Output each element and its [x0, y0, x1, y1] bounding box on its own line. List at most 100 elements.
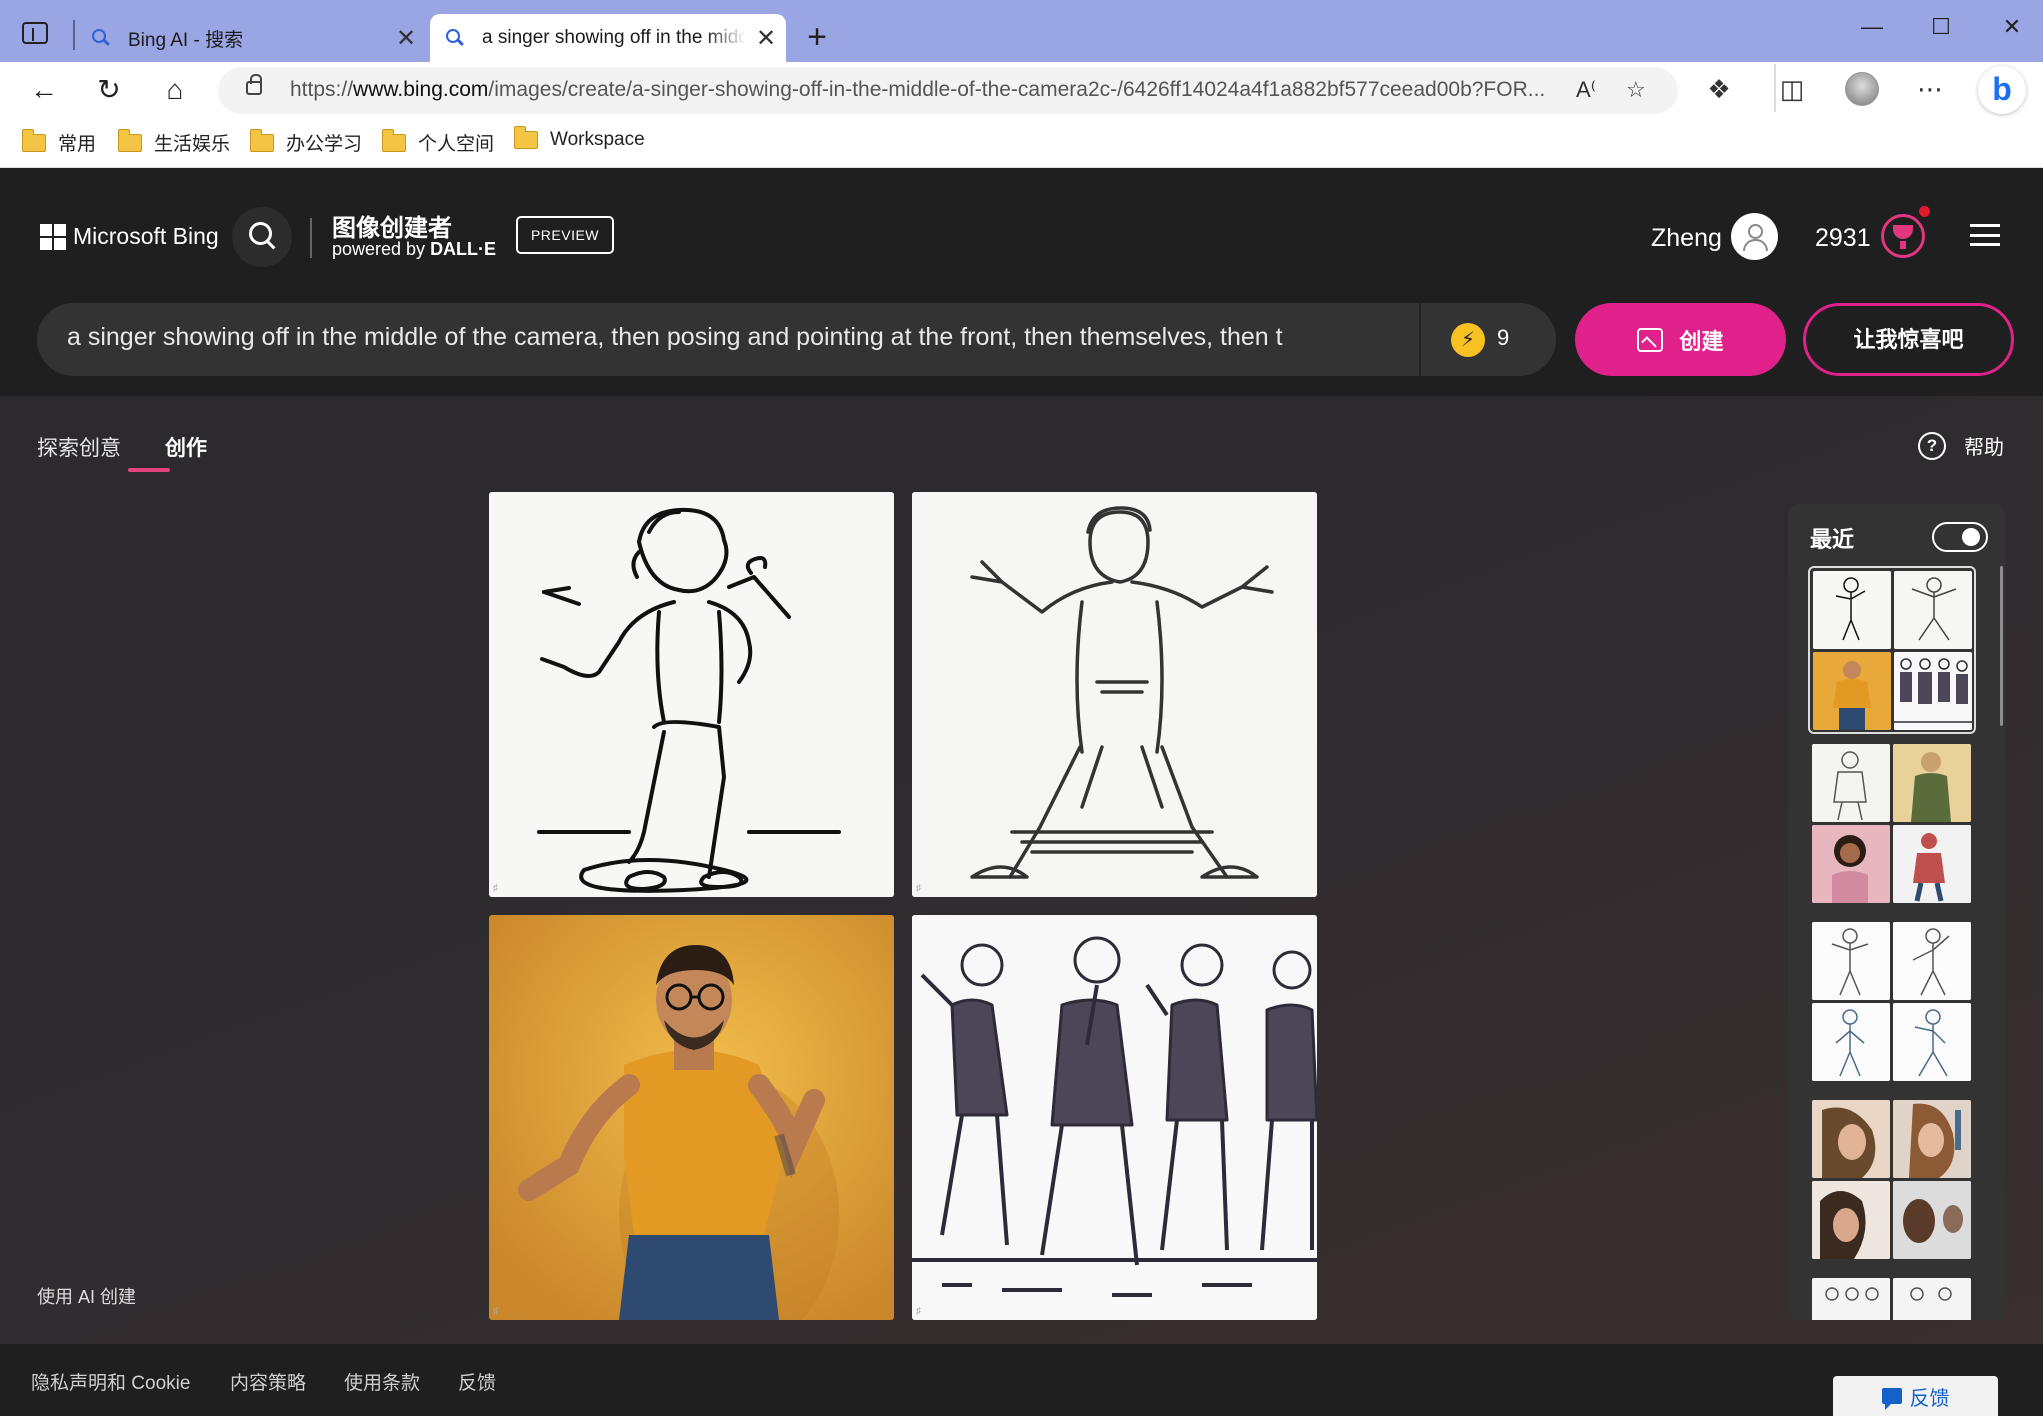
generated-image-2[interactable]: ♯ [912, 492, 1317, 897]
recent-thumb [1894, 571, 1972, 649]
browser-tab-bar: Bing AI - 搜索 ✕ a singer showing off in t… [0, 0, 2043, 62]
page-title[interactable]: 图像创建者 [332, 208, 452, 243]
maximize-button[interactable]: ☐ [1921, 14, 1961, 40]
tab-create[interactable]: 创作 [165, 432, 207, 462]
user-avatar-icon[interactable] [1731, 213, 1778, 260]
recent-panel: 最近 [1788, 504, 2005, 1320]
bing-chat-icon[interactable]: b [1978, 66, 2026, 114]
site-header: Microsoft Bing 图像创建者 powered by DALL·E P… [0, 168, 2043, 396]
tab-actions-icon[interactable] [22, 22, 48, 44]
profile-avatar[interactable] [1845, 72, 1879, 106]
image-create-icon [1637, 327, 1664, 352]
close-icon[interactable]: ✕ [386, 24, 426, 53]
prompt-divider [1419, 303, 1421, 376]
recent-group[interactable] [1812, 922, 1972, 1082]
close-icon[interactable]: ✕ [746, 24, 786, 53]
recent-thumb [1893, 1003, 1971, 1081]
tab-title: a singer showing off in the middl [482, 27, 746, 48]
url-field[interactable]: https://www.bing.com/images/create/a-sin… [218, 67, 1678, 114]
lock-icon [246, 74, 262, 95]
surprise-me-button[interactable]: 让我惊喜吧 [1803, 303, 2014, 376]
recent-group[interactable] [1812, 1278, 1972, 1320]
recent-thumb [1893, 744, 1971, 822]
recent-thumb [1813, 571, 1891, 649]
watermark-icon: ♯ [916, 1306, 921, 1317]
refresh-icon[interactable]: ↻ [89, 72, 129, 108]
footer-link-feedback[interactable]: 反馈 [458, 1368, 496, 1395]
recent-group[interactable] [1812, 1100, 1972, 1260]
recent-thumb [1813, 652, 1891, 730]
recent-thumb [1893, 825, 1971, 903]
home-icon[interactable]: ⌂ [155, 72, 195, 108]
rewards-points[interactable]: 2931 [1815, 224, 1871, 253]
generated-image-1[interactable]: ♯ [489, 492, 894, 897]
site-footer: 隐私声明和 Cookie 内容策略 使用条款 反馈 反馈 [0, 1344, 2043, 1416]
bookmark-folder[interactable]: Workspace [513, 126, 645, 151]
recent-thumb [1812, 1181, 1890, 1259]
generated-image-4[interactable]: ♯ [912, 915, 1317, 1320]
group-sketch-icon [912, 915, 1317, 1320]
footer-link-content-policy[interactable]: 内容策略 [230, 1368, 306, 1395]
favorite-add-icon[interactable]: ☆ [1626, 77, 1646, 103]
help-link[interactable]: ? 帮助 [1918, 431, 2004, 460]
singer-photo-icon [489, 915, 894, 1320]
footer-link-privacy[interactable]: 隐私声明和 Cookie [31, 1368, 190, 1395]
new-tab-button[interactable]: + [800, 18, 834, 56]
bookmark-folder[interactable]: 生活娱乐 [117, 128, 230, 156]
tab-separator [73, 20, 75, 50]
search-icon [92, 29, 110, 47]
folder-icon [513, 126, 538, 149]
more-options-icon[interactable]: ⋯ [1912, 74, 1948, 105]
made-with-ai-label: 使用 AI 创建 [37, 1287, 137, 1307]
prompt-text[interactable]: a singer showing off in the middle of th… [67, 323, 1397, 352]
footer-link-terms[interactable]: 使用条款 [344, 1368, 420, 1395]
microsoft-logo-icon[interactable] [40, 224, 66, 250]
recent-group-current[interactable] [1808, 566, 1976, 734]
singer-sketch-1-icon [489, 492, 894, 897]
search-icon[interactable] [232, 207, 292, 267]
recent-thumb [1812, 744, 1890, 822]
boost-count: 9 [1497, 325, 1510, 350]
tab-explore[interactable]: 探索创意 [37, 432, 121, 462]
url-text: https://www.bing.com/images/create/a-sin… [290, 78, 1546, 101]
recent-thumb [1812, 922, 1890, 1000]
folder-icon [381, 128, 406, 152]
generated-image-3[interactable]: ♯ [489, 915, 894, 1320]
extensions-icon[interactable]: ❖ [1701, 74, 1737, 105]
minimize-button[interactable]: — [1852, 14, 1892, 40]
search-icon [446, 29, 464, 47]
prompt-input[interactable]: a singer showing off in the middle of th… [37, 303, 1556, 376]
brand-name[interactable]: Microsoft Bing [73, 223, 219, 250]
chat-bubble-icon [1881, 1388, 1902, 1410]
feedback-button[interactable]: 反馈 [1833, 1376, 1998, 1416]
hamburger-menu-icon[interactable] [1970, 224, 2000, 246]
recent-toggle[interactable] [1932, 522, 1988, 552]
bookmark-folder[interactable]: 个人空间 [381, 128, 494, 156]
split-screen-icon[interactable]: ◫ [1774, 74, 1810, 105]
close-window-button[interactable]: ✕ [1992, 14, 2032, 40]
help-icon: ? [1918, 431, 1946, 460]
recent-group[interactable] [1812, 744, 1972, 904]
user-name[interactable]: Zheng [1651, 224, 1722, 253]
watermark-icon: ♯ [916, 883, 921, 894]
recent-thumb [1893, 922, 1971, 1000]
recent-thumb [1812, 1003, 1890, 1081]
create-button[interactable]: 创建 [1575, 303, 1786, 376]
watermark-icon: ♯ [493, 883, 498, 894]
recent-scrollbar[interactable] [2000, 566, 2003, 726]
folder-icon [249, 128, 274, 152]
tab-title: Bing AI - 搜索 [128, 29, 244, 51]
bookmark-folder[interactable]: 办公学习 [249, 128, 362, 156]
back-icon[interactable]: ← [24, 72, 64, 108]
header-divider [310, 218, 312, 258]
recent-title: 最近 [1810, 527, 1855, 552]
browser-tab-image-create[interactable]: a singer showing off in the middl ✕ [430, 14, 786, 62]
bookmark-folder[interactable]: 常用 [21, 128, 96, 156]
browser-tab-bing-ai[interactable]: Bing AI - 搜索 ✕ [76, 14, 426, 62]
recent-thumb [1812, 1278, 1890, 1320]
recent-thumb [1812, 825, 1890, 903]
rewards-trophy-icon[interactable] [1881, 214, 1925, 258]
watermark-icon: ♯ [493, 1306, 498, 1317]
recent-thumb [1893, 1278, 1971, 1320]
read-aloud-icon[interactable]: A⁽ [1576, 77, 1596, 103]
